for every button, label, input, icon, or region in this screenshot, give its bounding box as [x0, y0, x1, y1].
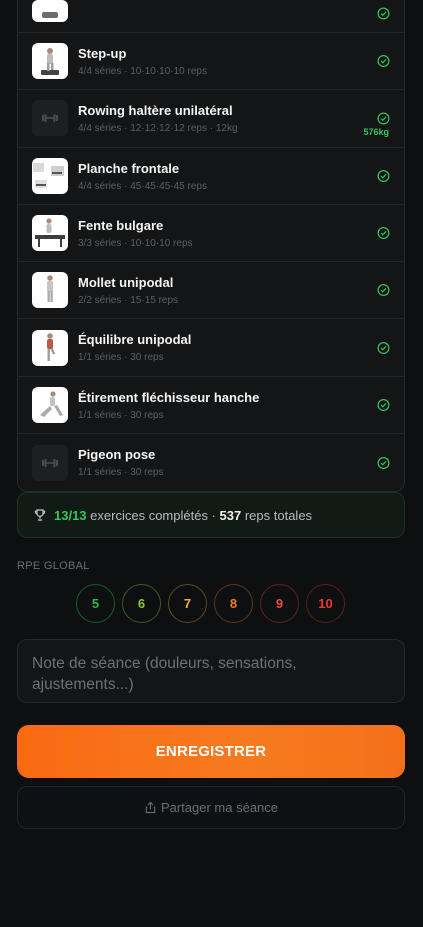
trophy-icon: [34, 509, 46, 521]
exercise-row-balance[interactable]: Équilibre unipodal 1/1 séries · 30 reps: [18, 319, 404, 377]
exercise-name: Step-up: [78, 46, 127, 61]
step-up-thumbnail-icon: [32, 43, 68, 80]
exercise-name: Planche frontale: [78, 160, 180, 176]
exercise-name: Équilibre unipodal: [78, 332, 192, 348]
check-circle-icon: [377, 112, 390, 125]
lunge-thumbnail-icon: [32, 215, 68, 252]
exercise-row[interactable]: [18, 0, 404, 33]
exercise-row-rowing[interactable]: Rowing haltère unilatéral 4/4 séries · 1…: [18, 90, 404, 148]
check-circle-icon: [377, 341, 390, 354]
exercise-meta: 4/4 séries · 10·10·10·10 reps: [78, 66, 207, 77]
check-circle-icon: [377, 55, 390, 68]
rpe-label: 9: [275, 596, 284, 611]
share-label: Partager ma séance: [160, 800, 279, 815]
plank-thumbnail-icon: [32, 157, 68, 194]
check-circle-icon: [377, 227, 390, 240]
hip-stretch-thumbnail-icon: [32, 386, 68, 423]
exercise-list: Step-up 4/4 séries · 10·10·10·10 reps Ro…: [17, 0, 405, 493]
rpe-label: 5: [91, 596, 100, 611]
exercise-row-plank[interactable]: Planche frontale 4/4 séries · 45·45·45·4…: [18, 148, 404, 205]
balance-thumbnail-icon: [32, 329, 68, 366]
rpe-option-7[interactable]: 7: [168, 584, 207, 623]
exercise-meta: 4/4 séries · 12·12·12·12 reps · 12kg: [78, 123, 238, 135]
total-reps-label: reps totales: [244, 507, 313, 523]
exercise-meta: 3/3 séries · 10·10·10 reps: [78, 237, 193, 249]
calf-raise-thumbnail-icon: [32, 272, 68, 309]
save-button[interactable]: ENREGISTRER: [17, 725, 405, 778]
check-circle-icon: [377, 284, 390, 297]
share-icon: [145, 801, 156, 814]
session-note-placeholder: Note de séance (douleurs, sensations, aj…: [32, 655, 297, 693]
share-session-button[interactable]: Partager ma séance: [17, 786, 405, 829]
exercise-meta: 4/4 séries · 45·45·45·45 reps: [78, 180, 207, 192]
dumbbell-icon: [32, 444, 68, 481]
rpe-label: 8: [229, 596, 238, 611]
exercise-name: Étirement fléchisseur hanche: [78, 389, 260, 405]
session-note-field[interactable]: Note de séance (douleurs, sensations, aj…: [17, 639, 405, 703]
check-circle-icon: [377, 169, 390, 182]
completion-summary: 13/13 exercices complétés · 537 reps tot…: [17, 492, 405, 538]
rpe-option-10[interactable]: 10: [306, 584, 345, 623]
exercise-row-hip-stretch[interactable]: Étirement fléchisseur hanche 1/1 séries …: [18, 377, 404, 435]
rpe-option-6[interactable]: 6: [122, 584, 161, 623]
exercise-name: Rowing haltère unilatéral: [78, 103, 233, 119]
exercise-row-pigeon[interactable]: Pigeon pose 1/1 séries · 30 reps: [18, 434, 404, 491]
exercise-row-calf[interactable]: Mollet unipodal 2/2 séries · 15·15 reps: [18, 262, 404, 320]
rpe-label: 10: [318, 596, 333, 611]
exercise-name: Pigeon pose: [78, 447, 156, 463]
exercise-meta: 1/1 séries · 30 reps: [78, 409, 164, 421]
dumbbell-icon: [32, 100, 68, 137]
exercise-meta: 1/1 séries · 30 reps: [78, 352, 164, 364]
exercise-row-bulgarian-lunge[interactable]: Fente bulgare 3/3 séries · 10·10·10 reps: [18, 205, 404, 263]
check-circle-icon: [377, 398, 390, 411]
total-reps: 537: [219, 507, 242, 523]
rpe-option-9[interactable]: 9: [260, 584, 299, 623]
exercise-name: Mollet unipodal: [78, 275, 174, 291]
rpe-option-8[interactable]: 8: [214, 584, 253, 623]
exercise-row-step-up[interactable]: Step-up 4/4 séries · 10·10·10·10 reps: [18, 33, 404, 91]
volume-badge: 576kg: [363, 127, 389, 138]
exercise-thumbnail-icon: [32, 0, 68, 22]
exercise-count-label: exercices complétés ·: [90, 507, 216, 523]
check-circle-icon: [377, 7, 390, 20]
rpe-label: 7: [183, 596, 192, 611]
exercise-meta: 1/1 séries · 30 reps: [78, 467, 164, 479]
rpe-option-5[interactable]: 5: [76, 584, 115, 623]
exercise-meta: 2/2 séries · 15·15 reps: [78, 295, 179, 307]
rpe-selector: 5 6 7 8 9 10: [76, 584, 345, 623]
rpe-title: RPE GLOBAL: [17, 560, 90, 572]
exercise-count: 13/13: [54, 507, 87, 523]
check-circle-icon: [377, 456, 390, 469]
exercise-name: Fente bulgare: [78, 217, 164, 233]
rpe-label: 6: [137, 596, 146, 611]
